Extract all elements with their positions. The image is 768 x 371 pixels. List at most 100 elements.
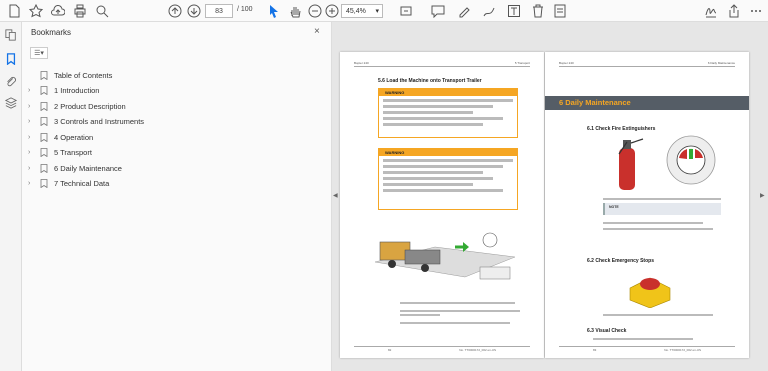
- section-heading: 6.3 Visual Check: [587, 328, 627, 334]
- bookmark-item[interactable]: › 4 Operation: [28, 130, 93, 144]
- page-number-input[interactable]: 83: [205, 4, 233, 18]
- chevron-right-icon[interactable]: ›: [28, 149, 36, 156]
- chevron-right-icon[interactable]: ›: [28, 165, 36, 172]
- chevron-right-icon[interactable]: ›: [28, 103, 36, 110]
- bookmark-label: 7 Technical Data: [54, 179, 110, 188]
- text-line: [400, 322, 510, 324]
- text-line: [603, 314, 713, 316]
- section-heading: 6.2 Check Emergency Stops: [587, 258, 654, 264]
- bookmark-item[interactable]: › 6 Daily Maintenance: [28, 161, 122, 175]
- bookmark-icon: [40, 148, 48, 157]
- chevron-right-icon[interactable]: ›: [28, 134, 36, 141]
- highlight-icon[interactable]: [456, 3, 472, 19]
- page-down-icon[interactable]: [186, 3, 202, 19]
- header-right: 6 Daily Maintenance: [707, 61, 735, 65]
- chevron-down-icon: ▾: [375, 8, 379, 15]
- section-heading: 6.1 Check Fire Extinguishers: [587, 126, 656, 132]
- bookmark-icon: [40, 117, 48, 126]
- bookmark-item[interactable]: › 2 Product Description: [28, 99, 126, 113]
- bookmark-icon: [40, 132, 48, 142]
- search-icon[interactable]: [94, 3, 110, 19]
- footer-doc: No. TT0000172_002 en-US: [459, 348, 497, 352]
- text-line: [400, 314, 440, 316]
- text-line: [603, 198, 721, 200]
- collapse-left-icon[interactable]: ◀: [333, 192, 338, 199]
- side-rail: [0, 22, 22, 371]
- header-left: Bopter 240: [354, 61, 369, 65]
- bookmark-label: 3 Controls and Instruments: [54, 117, 145, 126]
- warning-box: WARNING: [378, 88, 518, 138]
- close-icon[interactable]: ×: [314, 26, 320, 37]
- comment-icon[interactable]: [430, 3, 446, 19]
- print-icon[interactable]: [72, 3, 88, 19]
- fire-extinguisher-illustration: [618, 135, 716, 190]
- cursor-select-icon[interactable]: [266, 3, 282, 19]
- bookmark-label: Table of Contents: [54, 70, 113, 80]
- text-line: [603, 228, 713, 230]
- text-line: [400, 310, 520, 312]
- bookmark-item[interactable]: Table of Contents: [28, 68, 112, 82]
- bookmark-icon: [40, 179, 48, 188]
- machine-illustration: [374, 232, 516, 280]
- page-footer: 83 No. TT0000172_002 en-US: [559, 346, 735, 352]
- draw-icon[interactable]: [481, 3, 497, 19]
- bookmark-icon: [40, 70, 48, 80]
- more-options-icon[interactable]: [748, 3, 764, 19]
- bookmark-label: 4 Operation: [54, 132, 94, 142]
- bookmark-item[interactable]: › 7 Technical Data: [28, 177, 109, 191]
- header-left: Bopter 240: [559, 61, 574, 65]
- hand-tool-icon[interactable]: [287, 3, 303, 19]
- star-icon[interactable]: [28, 3, 44, 19]
- signature-icon[interactable]: [703, 3, 719, 19]
- attachment-icon[interactable]: [4, 74, 18, 88]
- layers-icon[interactable]: [4, 96, 18, 110]
- zoom-in-icon[interactable]: [324, 3, 340, 19]
- bookmark-label: 6 Daily Maintenance: [54, 163, 122, 173]
- bookmark-label: 1 Introduction: [54, 86, 100, 95]
- page-footer: 82 No. TT0000172_002 en-US: [354, 346, 530, 352]
- panel-title: Bookmarks: [31, 28, 72, 37]
- bookmark-options-button[interactable]: ☰▾: [30, 47, 48, 59]
- upload-cloud-icon[interactable]: [50, 3, 66, 19]
- note-box: NOTE: [603, 203, 721, 215]
- page-total: / 100: [237, 6, 253, 13]
- page-thumbnails-icon[interactable]: [4, 28, 18, 42]
- create-icon[interactable]: [6, 3, 22, 19]
- text-line: [400, 302, 515, 304]
- bookmark-icon: [40, 101, 48, 111]
- bookmark-item[interactable]: › 5 Transport: [28, 146, 92, 160]
- page-header: Bopter 240 5 Transport: [354, 61, 530, 67]
- page-up-icon[interactable]: [167, 3, 183, 19]
- delete-icon[interactable]: [530, 3, 546, 19]
- footer-page: 82: [387, 348, 392, 352]
- header-right: 5 Transport: [514, 61, 530, 65]
- bookmark-icon: [40, 86, 48, 95]
- fit-page-icon[interactable]: [398, 3, 414, 19]
- chapter-banner: 6 Daily Maintenance: [545, 96, 749, 110]
- toolbar: 83 / 100 45,4% ▾: [0, 0, 768, 22]
- text-line: [593, 338, 693, 340]
- bookmarks-panel: Bookmarks × ☰▾ Table of Contents › 1 Intro…: [22, 22, 332, 371]
- note-label: NOTE: [609, 205, 619, 209]
- bookmark-label: 5 Transport: [54, 148, 92, 157]
- footer-page: 83: [592, 348, 597, 352]
- collapse-right-icon[interactable]: ▶: [760, 192, 765, 199]
- chevron-right-icon[interactable]: ›: [28, 180, 36, 187]
- pdf-page-right: Bopter 240 6 Daily Maintenance 6 Daily Ma…: [545, 52, 749, 358]
- warning-title: WARNING: [379, 89, 517, 96]
- zoom-out-icon[interactable]: [307, 3, 323, 19]
- pdf-page-left: Bopter 240 5 Transport 5.6 Load the Machi…: [340, 52, 544, 358]
- bookmark-panel-icon[interactable]: [4, 52, 18, 66]
- bookmark-label: 2 Product Description: [54, 101, 126, 111]
- chevron-right-icon[interactable]: ›: [28, 87, 36, 94]
- document-view[interactable]: ◀ ▶ Bopter 240 5 Transport 5.6 Load the M…: [332, 22, 768, 371]
- share-icon[interactable]: [726, 3, 742, 19]
- zoom-value: 45,4%: [346, 7, 366, 15]
- bookmark-item[interactable]: › 3 Controls and Instruments: [28, 115, 144, 129]
- page-thumbnail-icon[interactable]: [552, 3, 568, 19]
- chevron-right-icon[interactable]: ›: [28, 118, 36, 125]
- text-tool-icon[interactable]: [506, 3, 522, 19]
- bookmark-item[interactable]: › 1 Introduction: [28, 84, 99, 98]
- zoom-level-select[interactable]: 45,4% ▾: [341, 4, 383, 18]
- emergency-stop-illustration: [629, 277, 671, 308]
